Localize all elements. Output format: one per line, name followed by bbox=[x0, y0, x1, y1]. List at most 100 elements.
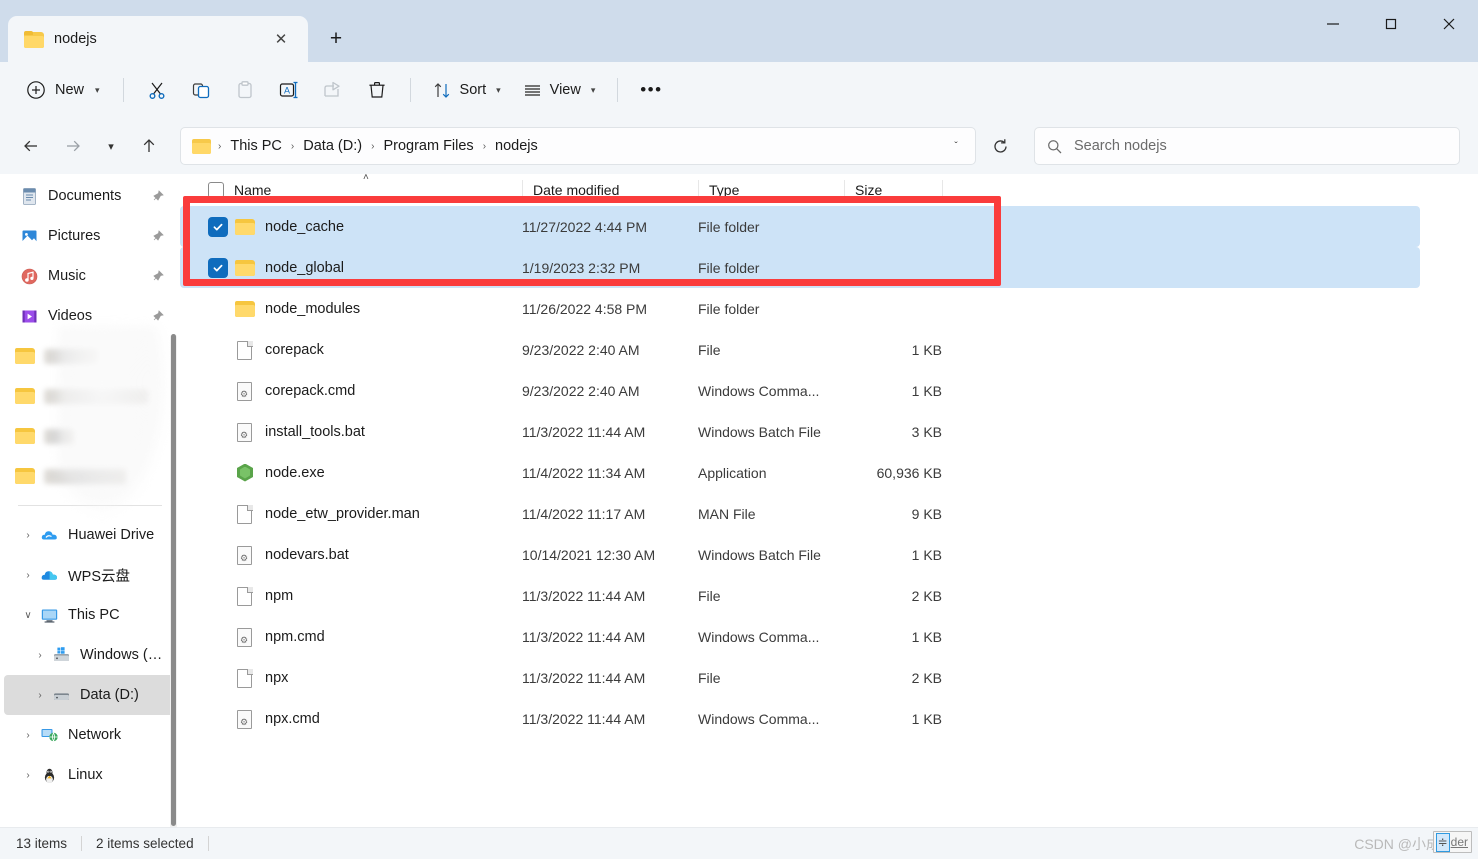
breadcrumb-item-nodejs[interactable]: nodejs bbox=[489, 135, 544, 157]
chevron-right-icon[interactable]: › bbox=[18, 530, 38, 541]
select-all-checkbox[interactable] bbox=[208, 181, 234, 198]
table-row[interactable]: npm 11/3/2022 11:44 AM File 2 KB bbox=[180, 575, 1420, 616]
tab-nodejs[interactable]: nodejs ✕ bbox=[8, 16, 308, 62]
delete-button[interactable] bbox=[356, 71, 398, 109]
table-row[interactable]: corepack 9/23/2022 2:40 AM File 1 KB bbox=[180, 329, 1420, 370]
row-checkbox[interactable] bbox=[208, 216, 234, 237]
table-row[interactable]: npx 11/3/2022 11:44 AM File 2 KB bbox=[180, 657, 1420, 698]
breadcrumb-dropdown-icon[interactable]: ˇ bbox=[943, 132, 969, 160]
pin-icon[interactable] bbox=[148, 189, 166, 203]
ime-candidate[interactable]: ≑ bbox=[1435, 832, 1450, 852]
sort-button[interactable]: Sort ▾ bbox=[423, 72, 511, 108]
table-row[interactable]: node_cache 11/27/2022 4:44 PM File folde… bbox=[180, 206, 1420, 247]
file-name-cell: node_modules bbox=[234, 299, 522, 319]
back-button[interactable] bbox=[12, 128, 50, 164]
file-date: 1/19/2023 2:32 PM bbox=[522, 259, 641, 276]
search-box[interactable]: Search nodejs bbox=[1034, 127, 1460, 165]
pin-icon[interactable] bbox=[148, 229, 166, 243]
table-row[interactable]: ⚙ nodevars.bat 10/14/2021 12:30 AM Windo… bbox=[180, 534, 1420, 575]
breadcrumb[interactable]: › This PC › Data (D:) › Program Files › … bbox=[180, 127, 976, 165]
new-tab-button[interactable]: + bbox=[318, 21, 354, 57]
sidebar-scrollbar-thumb[interactable] bbox=[171, 334, 176, 826]
row-checkbox[interactable] bbox=[208, 257, 234, 278]
chevron-right-icon[interactable]: › bbox=[30, 690, 50, 701]
table-row[interactable]: ⚙ install_tools.bat 11/3/2022 11:44 AM W… bbox=[180, 411, 1420, 452]
sidebar-item-redacted-2[interactable] bbox=[0, 376, 180, 416]
arrow-up-icon bbox=[143, 139, 155, 152]
table-row[interactable]: ⚙ npx.cmd 11/3/2022 11:44 AM Windows Com… bbox=[180, 698, 1420, 739]
sidebar-scrollbar[interactable] bbox=[170, 334, 177, 827]
close-tab-icon[interactable]: ✕ bbox=[268, 26, 294, 52]
column-header-size[interactable]: Size bbox=[844, 179, 942, 200]
column-header-type[interactable]: Type bbox=[698, 179, 844, 200]
sidebar-item-wps-cloud[interactable]: › WPS云盘 bbox=[4, 555, 174, 595]
breadcrumb-item-program-files[interactable]: Program Files bbox=[377, 135, 479, 157]
sidebar-item-redacted-3[interactable] bbox=[0, 416, 180, 456]
sidebar-item-windows-c[interactable]: › Windows (C:) bbox=[4, 635, 174, 675]
refresh-button[interactable] bbox=[982, 128, 1018, 164]
minimize-button[interactable] bbox=[1304, 0, 1362, 48]
sidebar-item-data-d[interactable]: › Data (D:) bbox=[4, 675, 174, 715]
new-button-label: New bbox=[55, 82, 85, 98]
cmd-script-icon: ⚙ bbox=[234, 381, 256, 401]
breadcrumb-item-this-pc[interactable]: This PC bbox=[224, 135, 288, 157]
view-button[interactable]: View ▾ bbox=[513, 72, 606, 108]
table-row[interactable]: ⚙ npm.cmd 11/3/2022 11:44 AM Windows Com… bbox=[180, 616, 1420, 657]
file-size: 2 KB bbox=[911, 669, 942, 686]
column-header-name[interactable]: Name bbox=[234, 180, 522, 200]
rename-button[interactable]: A bbox=[268, 71, 310, 109]
ime-composition-box[interactable]: ≑ der bbox=[1432, 831, 1472, 853]
folder-icon bbox=[234, 258, 256, 278]
table-row[interactable]: node_global 1/19/2023 2:32 PM File folde… bbox=[180, 247, 1420, 288]
table-row[interactable]: node_etw_provider.man 11/4/2022 11:17 AM… bbox=[180, 493, 1420, 534]
more-options-button[interactable]: ••• bbox=[630, 71, 672, 109]
maximize-button[interactable] bbox=[1362, 0, 1420, 48]
file-size: 1 KB bbox=[911, 710, 942, 727]
pin-icon[interactable] bbox=[148, 309, 166, 323]
sidebar-item-network[interactable]: › Network bbox=[4, 715, 174, 755]
videos-icon bbox=[18, 307, 40, 326]
breadcrumb-item-data-d[interactable]: Data (D:) bbox=[297, 135, 368, 157]
cmd-script-icon: ⚙ bbox=[234, 545, 256, 565]
sidebar-item-redacted-4[interactable] bbox=[0, 456, 180, 496]
share-button[interactable] bbox=[312, 71, 354, 109]
close-window-button[interactable] bbox=[1420, 0, 1478, 48]
sidebar-item-huawei-drive[interactable]: › Huawei Drive bbox=[4, 515, 174, 555]
window-controls bbox=[1304, 0, 1478, 48]
sidebar-item-this-pc[interactable]: ∨ This PC bbox=[4, 595, 174, 635]
pin-icon[interactable] bbox=[148, 269, 166, 283]
sidebar-label: Documents bbox=[48, 188, 122, 204]
copy-button[interactable] bbox=[180, 71, 222, 109]
sidebar-item-linux[interactable]: › Linux bbox=[4, 755, 174, 795]
table-row[interactable]: ⚙ corepack.cmd 9/23/2022 2:40 AM Windows… bbox=[180, 370, 1420, 411]
sidebar-item-music[interactable]: Music bbox=[4, 256, 174, 296]
column-header-date[interactable]: Date modified bbox=[522, 179, 698, 200]
recent-locations-button[interactable]: ▾ bbox=[96, 128, 126, 164]
sidebar-item-documents[interactable]: Documents bbox=[4, 176, 174, 216]
sidebar-item-pictures[interactable]: Pictures bbox=[4, 216, 174, 256]
up-button[interactable] bbox=[130, 128, 168, 164]
file-date: 11/3/2022 11:44 AM bbox=[522, 669, 646, 686]
file-date: 11/4/2022 11:34 AM bbox=[522, 464, 646, 481]
chevron-right-icon[interactable]: › bbox=[18, 570, 38, 581]
tab-strip: nodejs ✕ + bbox=[0, 0, 354, 62]
file-name-cell: npm bbox=[234, 586, 522, 606]
chevron-right-icon[interactable]: › bbox=[30, 650, 50, 661]
sidebar-item-videos[interactable]: Videos bbox=[4, 296, 174, 336]
search-input[interactable]: Search nodejs bbox=[1074, 138, 1167, 154]
file-icon bbox=[234, 504, 256, 524]
file-name: node_etw_provider.man bbox=[265, 505, 420, 522]
new-button[interactable]: New ▾ bbox=[18, 72, 111, 108]
table-row[interactable]: node.exe 11/4/2022 11:34 AM Application … bbox=[180, 452, 1420, 493]
chevron-down-icon[interactable]: ∨ bbox=[18, 610, 38, 621]
forward-button[interactable] bbox=[54, 128, 92, 164]
paste-button[interactable] bbox=[224, 71, 266, 109]
chevron-right-icon[interactable]: › bbox=[18, 770, 38, 781]
sidebar-item-redacted-1[interactable] bbox=[0, 336, 180, 376]
file-date: 11/3/2022 11:44 AM bbox=[522, 628, 646, 645]
chevron-right-icon[interactable]: › bbox=[18, 730, 38, 741]
address-bar-row: ▾ › This PC › Data (D:) › Program Files … bbox=[0, 118, 1478, 174]
pictures-icon bbox=[18, 227, 40, 246]
table-row[interactable]: node_modules 11/26/2022 4:58 PM File fol… bbox=[180, 288, 1420, 329]
cut-button[interactable] bbox=[136, 71, 178, 109]
